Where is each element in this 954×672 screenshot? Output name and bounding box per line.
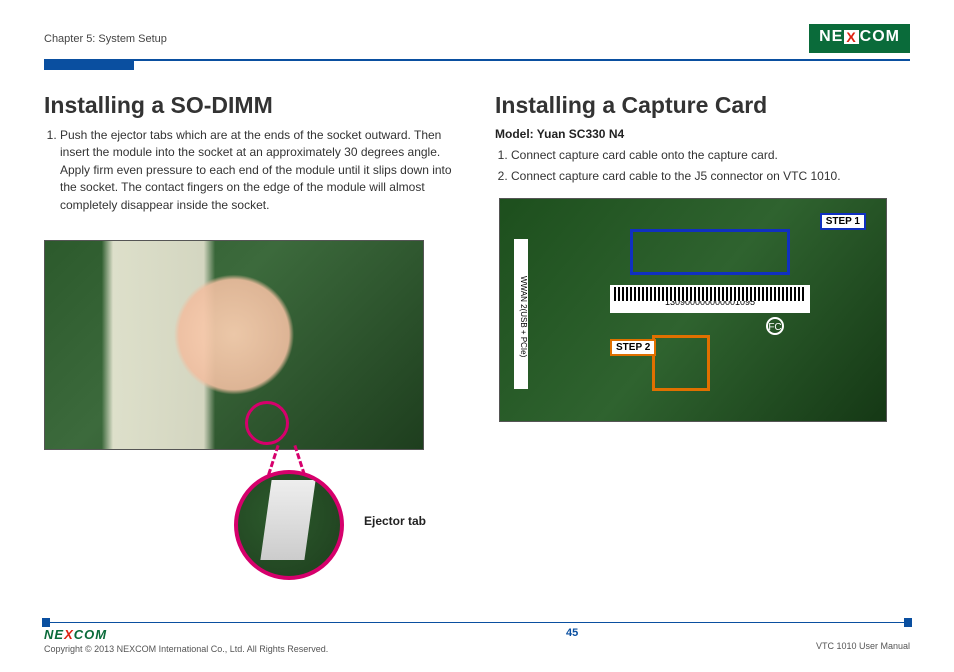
header-rule xyxy=(44,59,910,70)
step1-label: STEP 1 xyxy=(820,213,866,230)
step1-highlight-box xyxy=(630,229,790,275)
right-step-item: Connect capture card cable onto the capt… xyxy=(511,147,910,164)
barcode-sticker: 130900000000001095 xyxy=(610,285,810,313)
ejector-detail-circle xyxy=(234,470,344,580)
manual-name: VTC 1010 User Manual xyxy=(816,627,910,651)
ejector-tab-label: Ejector tab xyxy=(364,514,426,528)
left-heading: Installing a SO-DIMM xyxy=(44,92,459,119)
brand-logo: NEXCOM xyxy=(809,24,910,53)
sodimm-install-photo xyxy=(44,240,424,450)
right-step-item: Connect capture card cable to the J5 con… xyxy=(511,168,910,185)
left-step-item: Push the ejector tabs which are at the e… xyxy=(60,127,459,214)
copyright-text: Copyright © 2013 NEXCOM International Co… xyxy=(44,644,328,654)
board-side-label: WWAN 2(USB + PCIe) xyxy=(514,239,528,389)
chapter-label: Chapter 5: System Setup xyxy=(44,33,167,45)
footer-logo-x: X xyxy=(64,627,74,642)
footer-logo-right: COM xyxy=(74,627,107,642)
capture-card-photo: WWAN 2(USB + PCIe) STEP 1 13090000000000… xyxy=(499,198,887,422)
page-number: 45 xyxy=(566,627,578,639)
logo-part-right: COM xyxy=(860,28,900,46)
logo-part-left: NE xyxy=(819,28,843,46)
step2-label: STEP 2 xyxy=(610,339,656,356)
logo-part-x: X xyxy=(844,30,858,44)
footer-rule xyxy=(44,622,910,623)
right-step-list: Connect capture card cable onto the capt… xyxy=(495,147,910,186)
model-label: Model: Yuan SC330 N4 xyxy=(495,127,910,141)
step2-highlight-box xyxy=(652,335,710,391)
callout-source-circle xyxy=(245,401,289,445)
ejector-detail-wrap: Ejector tab xyxy=(44,450,459,600)
fcc-mark-icon: FC xyxy=(766,317,784,335)
footer-logo-left: NE xyxy=(44,627,64,642)
footer-logo: NEXCOM xyxy=(44,627,328,642)
left-step-list: Push the ejector tabs which are at the e… xyxy=(44,127,459,214)
right-heading: Installing a Capture Card xyxy=(495,92,910,119)
